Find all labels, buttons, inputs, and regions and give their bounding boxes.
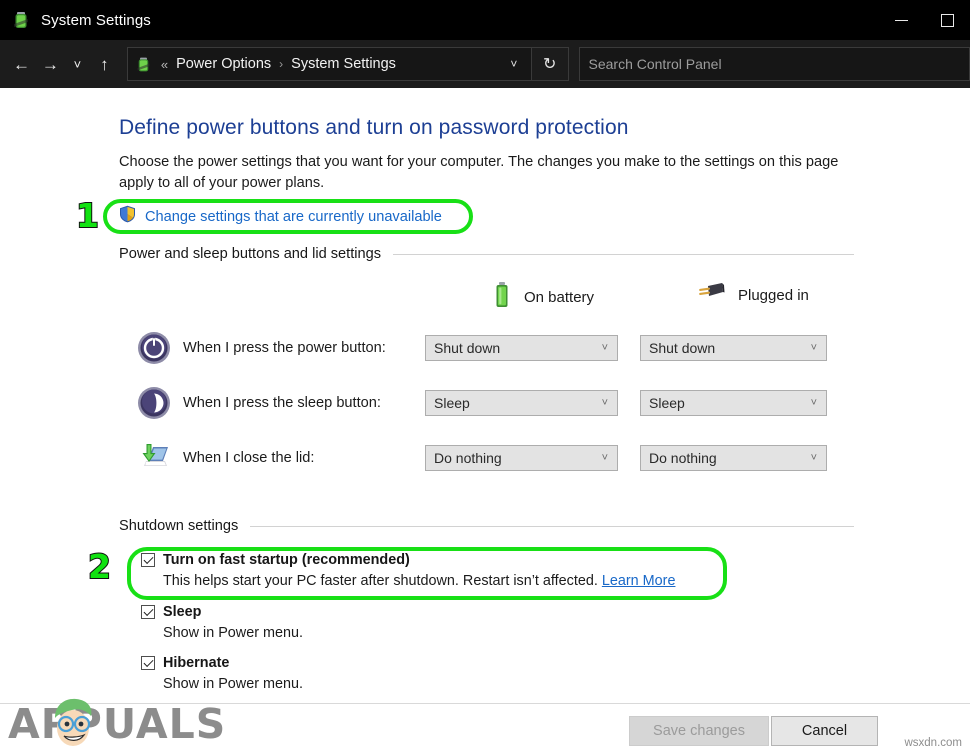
battery-icon xyxy=(10,9,32,31)
sleep-moon-icon xyxy=(137,386,171,420)
option-sleep-title: Sleep xyxy=(163,604,201,620)
maximize-icon xyxy=(941,14,954,27)
option-fast-startup: Turn on fast startup (recommended) This … xyxy=(141,552,675,589)
combo-value: Sleep xyxy=(434,395,470,411)
combo-power-button-on-battery[interactable]: Shut down ˅ xyxy=(425,335,618,361)
checkmark-icon xyxy=(143,554,153,564)
combo-value: Do nothing xyxy=(649,450,717,466)
cancel-button[interactable]: Cancel xyxy=(771,716,878,746)
group-shutdown: Shutdown settings xyxy=(119,518,854,534)
minimize-icon xyxy=(895,20,908,21)
column-label-plugged-in: Plugged in xyxy=(738,287,809,304)
change-settings-link[interactable]: Change settings that are currently unava… xyxy=(145,209,442,225)
address-dropdown-button[interactable]: ˅ xyxy=(497,48,531,80)
system-settings-window: System Settings ← → ˅ ↑ « Power Options … xyxy=(0,0,970,755)
option-hibernate-header[interactable]: Hibernate xyxy=(141,655,303,671)
chevron-down-icon: ˅ xyxy=(602,342,608,354)
divider xyxy=(393,254,854,255)
chevron-down-icon: ˅ xyxy=(811,397,817,409)
search-placeholder: Search Control Panel xyxy=(589,56,722,72)
group-shutdown-label: Shutdown settings xyxy=(119,518,238,534)
refresh-icon: ↻ xyxy=(543,54,556,74)
option-sleep-header[interactable]: Sleep xyxy=(141,604,303,620)
recent-locations-button[interactable]: ˅ xyxy=(65,44,90,84)
power-plug-icon xyxy=(696,281,726,310)
refresh-button[interactable]: ↻ xyxy=(532,47,569,81)
save-changes-button[interactable]: Save changes xyxy=(629,716,769,746)
appuals-mascot-icon xyxy=(46,694,100,752)
checkbox-sleep[interactable] xyxy=(141,605,155,619)
breadcrumb-overflow-icon[interactable]: « xyxy=(161,57,168,72)
page-title: Define power buttons and turn on passwor… xyxy=(119,116,629,140)
forward-arrow-icon: → xyxy=(42,56,59,73)
address-bar[interactable]: « Power Options › System Settings ˅ xyxy=(127,47,532,81)
navigation-bar: ← → ˅ ↑ « Power Options › System Setting… xyxy=(0,40,970,88)
group-power-sleep-label: Power and sleep buttons and lid settings xyxy=(119,246,381,262)
checkbox-fast-startup[interactable] xyxy=(141,553,155,567)
option-sleep: Sleep Show in Power menu. xyxy=(141,604,303,641)
column-header-plugged-in: Plugged in xyxy=(696,281,809,310)
checkmark-icon xyxy=(143,606,153,616)
chevron-down-icon: ˅ xyxy=(74,58,82,71)
breadcrumb-separator-icon: › xyxy=(279,57,283,71)
chevron-down-icon: ˅ xyxy=(510,57,517,71)
setting-label-power-button: When I press the power button: xyxy=(183,340,433,356)
title-bar: System Settings xyxy=(0,0,970,40)
combo-power-button-plugged-in[interactable]: Shut down ˅ xyxy=(640,335,827,361)
option-fast-startup-text: This helps start your PC faster after sh… xyxy=(163,573,598,589)
checkbox-hibernate[interactable] xyxy=(141,656,155,670)
chevron-down-icon: ˅ xyxy=(602,452,608,464)
search-input[interactable]: Search Control Panel xyxy=(579,47,970,81)
column-label-on-battery: On battery xyxy=(524,289,594,306)
combo-value: Shut down xyxy=(434,340,500,356)
combo-value: Do nothing xyxy=(434,450,502,466)
battery-icon xyxy=(134,55,153,74)
combo-close-lid-on-battery[interactable]: Do nothing ˅ xyxy=(425,445,618,471)
option-hibernate-description: Show in Power menu. xyxy=(163,676,303,692)
minimize-button[interactable] xyxy=(878,0,924,40)
group-power-sleep: Power and sleep buttons and lid settings xyxy=(119,246,854,262)
maximize-button[interactable] xyxy=(924,0,970,40)
combo-sleep-button-on-battery[interactable]: Sleep ˅ xyxy=(425,390,618,416)
up-button[interactable]: ↑ xyxy=(90,44,119,84)
back-arrow-icon: ← xyxy=(13,56,30,73)
option-fast-startup-title: Turn on fast startup (recommended) xyxy=(163,552,410,568)
shield-icon xyxy=(119,205,136,228)
option-hibernate-title: Hibernate xyxy=(163,655,229,671)
battery-icon xyxy=(492,281,512,314)
annotation-marker-2: 2 xyxy=(88,547,111,586)
window-title: System Settings xyxy=(41,12,151,29)
laptop-lid-icon xyxy=(137,441,171,475)
appuals-watermark: APPUALS xyxy=(8,700,226,748)
combo-sleep-button-plugged-in[interactable]: Sleep ˅ xyxy=(640,390,827,416)
page-description: Choose the power settings that you want … xyxy=(119,152,849,194)
forward-button[interactable]: → xyxy=(36,44,65,84)
combo-value: Sleep xyxy=(649,395,685,411)
option-fast-startup-description: This helps start your PC faster after sh… xyxy=(163,573,675,589)
appuals-wordmark: APPUALS xyxy=(8,700,226,748)
combo-value: Shut down xyxy=(649,340,715,356)
up-arrow-icon: ↑ xyxy=(100,56,109,73)
change-settings-link-row[interactable]: Change settings that are currently unava… xyxy=(119,205,442,228)
option-fast-startup-header[interactable]: Turn on fast startup (recommended) xyxy=(141,552,675,568)
option-hibernate: Hibernate Show in Power menu. xyxy=(141,655,303,692)
chevron-down-icon: ˅ xyxy=(811,342,817,354)
source-watermark: wsxdn.com xyxy=(904,737,962,749)
option-sleep-description: Show in Power menu. xyxy=(163,625,303,641)
learn-more-link[interactable]: Learn More xyxy=(602,573,676,589)
window-controls xyxy=(878,0,970,40)
checkmark-icon xyxy=(143,657,153,667)
breadcrumb-system-settings[interactable]: System Settings xyxy=(291,56,396,72)
setting-label-close-lid: When I close the lid: xyxy=(183,450,433,466)
column-header-on-battery: On battery xyxy=(492,281,594,314)
setting-label-sleep-button: When I press the sleep button: xyxy=(183,395,433,411)
annotation-marker-1: 1 xyxy=(76,196,99,235)
chevron-down-icon: ˅ xyxy=(602,397,608,409)
power-button-icon xyxy=(137,331,171,365)
combo-close-lid-plugged-in[interactable]: Do nothing ˅ xyxy=(640,445,827,471)
back-button[interactable]: ← xyxy=(7,44,36,84)
divider xyxy=(250,526,854,527)
breadcrumb-power-options[interactable]: Power Options xyxy=(176,56,271,72)
chevron-down-icon: ˅ xyxy=(811,452,817,464)
